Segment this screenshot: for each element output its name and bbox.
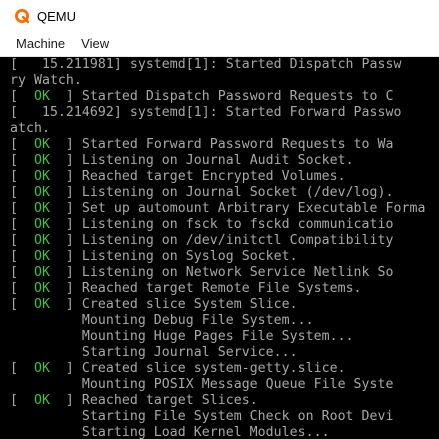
console-line-prefix: Starting File System Check on Root Devi (10, 409, 394, 424)
ok-status: OK (33, 185, 50, 200)
console-line-prefix: [ (10, 89, 34, 104)
title-bar[interactable]: QEMU (0, 0, 439, 32)
qemu-window: QEMU Machine View [ 15.211981] systemd[1… (0, 0, 439, 439)
console-line-prefix: Mounting Huge Pages File System... (10, 329, 354, 344)
console-line-prefix: Mounting Debug File System... (10, 313, 314, 328)
ok-status: OK (33, 89, 50, 104)
console-line-prefix: [ (10, 297, 34, 312)
console-line-message: ] Listening on /dev/initctl Compatibilit… (49, 233, 394, 248)
console-line: [ OK ] Listening on Journal Socket (/dev… (10, 185, 394, 201)
console-line-message: ] Reached target Remote File Systems. (49, 281, 362, 296)
console-line-prefix: Starting Journal Service... (10, 345, 298, 360)
console-line: [ OK ] Created slice System Slice. (10, 297, 298, 313)
console-line: atch. (10, 121, 50, 137)
console-line: [ OK ] Reached target Encrypted Volumes. (10, 169, 346, 185)
console-line-prefix: atch. (10, 121, 50, 136)
console-line: [ OK ] Set up automount Arbitrary Execut… (10, 201, 425, 217)
console-line-prefix: [ (10, 137, 34, 152)
console-line: Mounting Debug File System... (10, 313, 314, 329)
console-line-prefix: [ (10, 249, 34, 264)
console-line: Mounting POSIX Message Queue File Syste (10, 377, 394, 393)
ok-status: OK (33, 249, 50, 264)
console-line-message: ] Started Dispatch Password Requests to … (49, 89, 394, 104)
console-line-message: ] Reached target Encrypted Volumes. (49, 169, 346, 184)
menu-view[interactable]: View (73, 32, 117, 56)
console-line: [ OK ] Reached target Remote File System… (10, 281, 362, 297)
ok-status: OK (33, 393, 50, 408)
console-line-message: ] Listening on Network Service Netlink S… (49, 265, 394, 280)
console-line-prefix: [ 15.211981] systemd[1]: Started Dispatc… (10, 57, 402, 72)
ok-status: OK (33, 361, 50, 376)
ok-status: OK (33, 281, 50, 296)
console-line-message: ] Set up automount Arbitrary Executable … (49, 201, 426, 216)
console-line-prefix: [ (10, 281, 34, 296)
ok-status: OK (33, 201, 50, 216)
qemu-icon (15, 9, 30, 24)
ok-status: OK (33, 153, 50, 168)
console-line: [ OK ] Listening on /dev/initctl Compati… (10, 233, 394, 249)
console-line-message: ] Listening on Journal Socket (/dev/log)… (49, 185, 394, 200)
console-line-prefix: Mounting POSIX Message Queue File Syste (10, 377, 394, 392)
ok-status: OK (33, 265, 50, 280)
console-line: [ OK ] Listening on fsck to fsckd commun… (10, 217, 394, 233)
console-output[interactable]: [ 15.211981] systemd[1]: Started Dispatc… (0, 57, 439, 439)
console-line-prefix: [ (10, 169, 34, 184)
console-line-message: ] Reached target Slices. (49, 393, 258, 408)
console-line: [ 15.211981] systemd[1]: Started Dispatc… (10, 57, 402, 73)
window-title: QEMU (37, 8, 76, 24)
console-line-prefix: [ (10, 201, 34, 216)
console-line: [ OK ] Listening on Journal Audit Socket… (10, 153, 354, 169)
menu-bar: Machine View (0, 32, 439, 57)
console-line: [ 15.214692] systemd[1]: Started Forward… (10, 105, 402, 121)
console-line-prefix: [ (10, 153, 34, 168)
console-line-prefix: [ (10, 265, 34, 280)
console-line: Mounting Huge Pages File System... (10, 329, 354, 345)
console-line: [ OK ] Started Dispatch Password Request… (10, 89, 394, 105)
console-line-message: ] Created slice system-getty.slice. (49, 361, 346, 376)
console-line-prefix: [ (10, 217, 34, 232)
console-line: [ OK ] Listening on Network Service Netl… (10, 265, 394, 281)
console-line-prefix: Starting Load Kernel Modules... (10, 425, 330, 439)
ok-status: OK (33, 233, 50, 248)
console-line: Starting Load Kernel Modules... (10, 425, 330, 439)
console-line-prefix: [ (10, 185, 34, 200)
console-line: Starting Journal Service... (10, 345, 298, 361)
console-line: [ OK ] Created slice system-getty.slice. (10, 361, 346, 377)
console-line-message: ] Started Forward Password Requests to W… (49, 137, 394, 152)
console-line: Starting File System Check on Root Devi (10, 409, 394, 425)
console-line-message: ] Listening on Journal Audit Socket. (49, 153, 354, 168)
console-line-message: ] Listening on Syslog Socket. (49, 249, 298, 264)
console-line: [ OK ] Listening on Syslog Socket. (10, 249, 298, 265)
ok-status: OK (33, 217, 50, 232)
console-line-prefix: [ (10, 233, 34, 248)
console-line-prefix: ry Watch. (10, 73, 82, 88)
ok-status: OK (33, 297, 50, 312)
console-line-prefix: [ 15.214692] systemd[1]: Started Forward… (10, 105, 402, 120)
console-line: [ OK ] Started Forward Password Requests… (10, 137, 394, 153)
console-line: ry Watch. (10, 73, 82, 89)
menu-machine[interactable]: Machine (0, 32, 73, 56)
console-line-prefix: [ (10, 361, 34, 376)
console-line: [ OK ] Reached target Slices. (10, 393, 258, 409)
console-line-message: ] Created slice System Slice. (49, 297, 298, 312)
ok-status: OK (33, 137, 50, 152)
console-line-prefix: [ (10, 393, 34, 408)
console-line-message: ] Listening on fsck to fsckd communicati… (49, 217, 394, 232)
ok-status: OK (33, 169, 50, 184)
